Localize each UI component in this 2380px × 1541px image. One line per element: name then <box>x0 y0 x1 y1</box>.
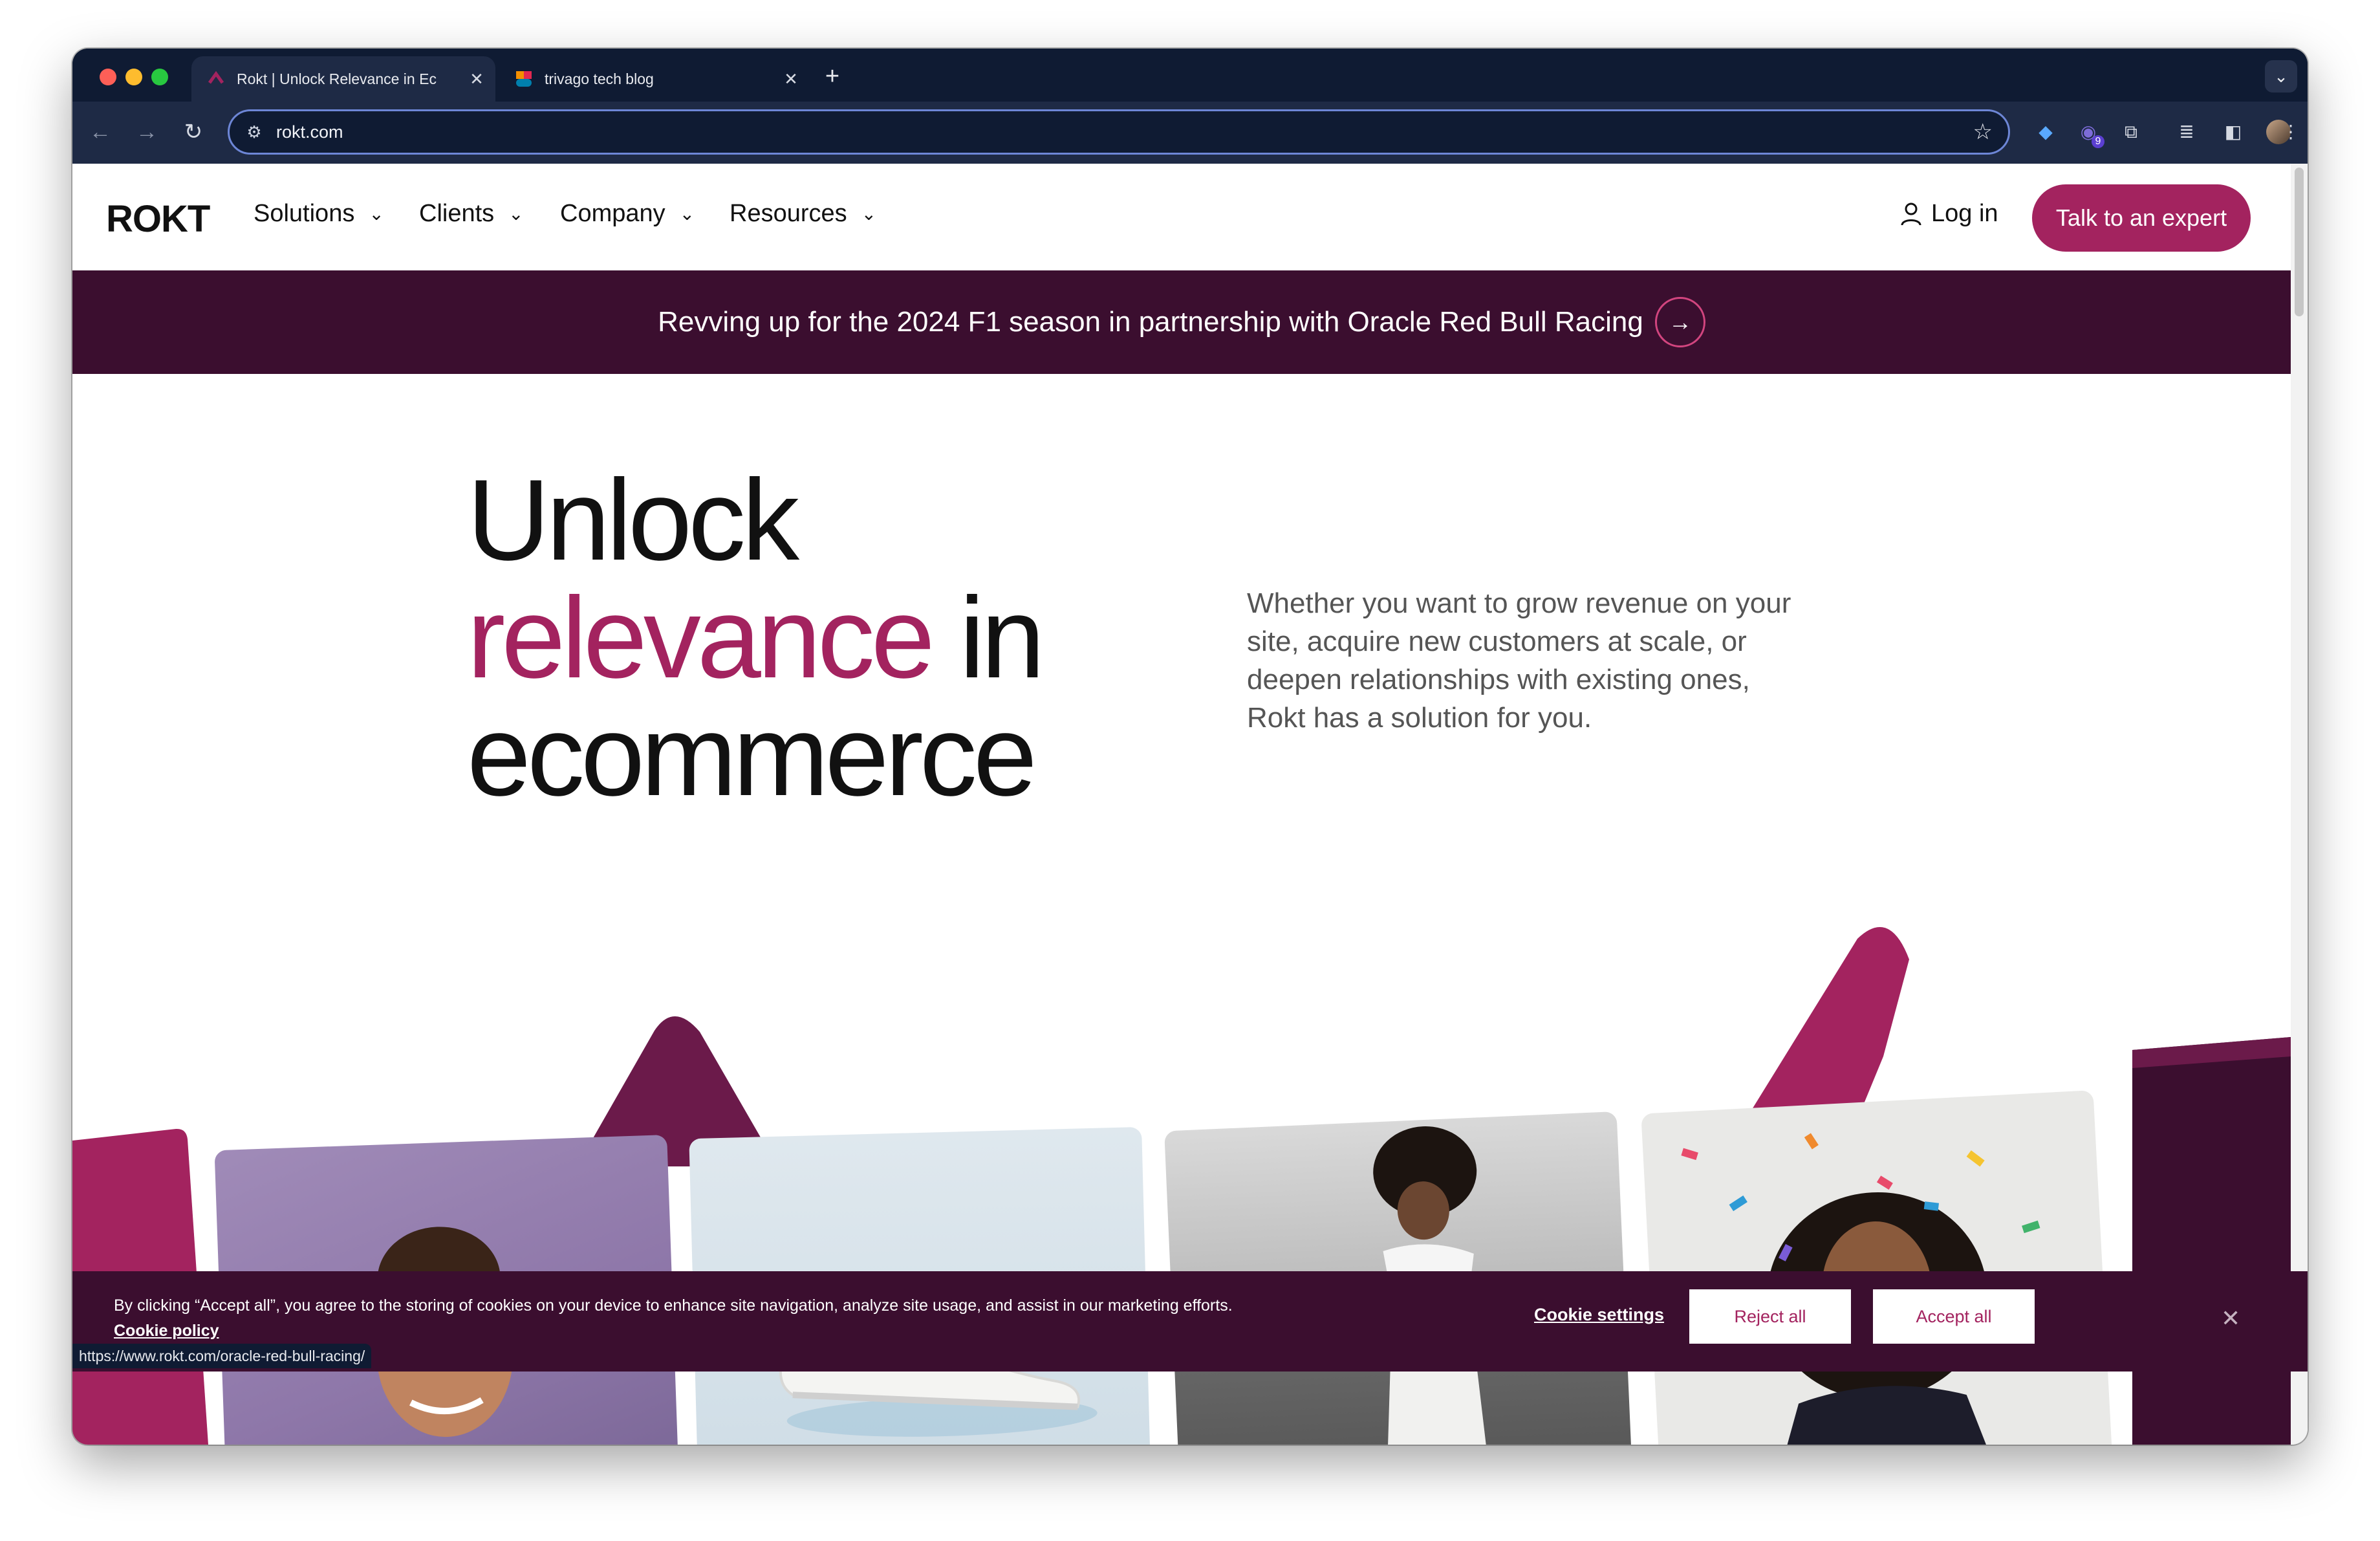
accept-all-button[interactable]: Accept all <box>1873 1289 2035 1344</box>
photo-woman-confetti <box>1641 1090 2113 1445</box>
cookie-message: By clicking “Accept all”, you agree to t… <box>114 1296 1233 1315</box>
hero-description: Whether you want to grow revenue on your… <box>1247 587 1791 734</box>
hero-heading: Unlock relevance in ecommerce <box>467 455 1045 820</box>
minimize-window-button[interactable] <box>125 69 142 85</box>
tab-strip: Rokt | Unlock Relevance in Ec ✕ trivago … <box>72 49 2308 102</box>
extensions-puzzle-icon[interactable]: ⧉ <box>2116 117 2146 147</box>
chevron-down-icon: ⌄ <box>679 204 695 224</box>
media-control-icon[interactable]: ≣ <box>2172 117 2202 147</box>
confetti-portrait-illustration <box>1681 1133 2057 1445</box>
trivago-favicon-icon <box>516 71 532 87</box>
close-tab-icon[interactable]: ✕ <box>467 69 486 89</box>
person-icon <box>1901 202 1921 225</box>
cookie-message-block: By clicking “Accept all”, you agree to t… <box>114 1293 1278 1344</box>
browser-toolbar: ← → ↻ ⚙ rokt.com ☆ ◆ ◉ 9 ⧉ ≣ ◧ ⋮ <box>72 102 2308 164</box>
reject-all-button[interactable]: Reject all <box>1689 1289 1851 1344</box>
chevron-down-icon: ⌄ <box>861 204 877 224</box>
rokt-logo[interactable]: ROKT <box>106 197 210 241</box>
tab-title: Rokt | Unlock Relevance in Ec <box>237 70 437 87</box>
chevron-down-icon: ⌄ <box>508 204 524 224</box>
tab-rokt[interactable]: Rokt | Unlock Relevance in Ec ✕ <box>191 56 495 102</box>
login-label: Log in <box>1931 200 1998 227</box>
more-menu-icon[interactable]: ⋮ <box>2278 117 2304 147</box>
close-icon[interactable]: ✕ <box>2221 1305 2240 1332</box>
nav-solutions[interactable]: Solutions ⌄ <box>254 200 384 228</box>
talk-to-expert-button[interactable]: Talk to an expert <box>2032 184 2251 252</box>
new-tab-button[interactable]: + <box>816 60 849 93</box>
hero-line-2: in <box>931 573 1045 702</box>
announcement-text[interactable]: Revving up for the 2024 F1 season in par… <box>658 306 1643 338</box>
page-scrollbar[interactable] <box>2291 164 2308 1445</box>
hero-line-1: Unlock <box>467 455 799 584</box>
browser-window: Rokt | Unlock Relevance in Ec ✕ trivago … <box>72 49 2308 1445</box>
hero-accent-word: relevance <box>467 573 935 702</box>
gem-extension-icon[interactable]: ◆ <box>2031 117 2061 147</box>
extension-badge: 9 <box>2092 135 2104 148</box>
side-panel-icon[interactable]: ◧ <box>2218 117 2248 147</box>
forward-arrow-icon[interactable]: → <box>131 116 163 148</box>
nav-label: Resources <box>730 200 847 227</box>
cookie-banner: By clicking “Accept all”, you agree to t… <box>72 1271 2308 1372</box>
nav-label: Company <box>560 200 665 227</box>
bookmark-star-icon[interactable]: ☆ <box>1973 119 1993 145</box>
site-info-icon[interactable]: ⚙ <box>241 122 267 142</box>
puzzle-badge-extension-icon[interactable]: ◉ 9 <box>2073 117 2104 148</box>
cookie-settings-link[interactable]: Cookie settings <box>1534 1305 1664 1325</box>
close-tab-icon[interactable]: ✕ <box>781 69 801 89</box>
page-viewport: ROKT Solutions ⌄ Clients ⌄ Company ⌄ Resour… <box>72 164 2308 1445</box>
zoom-window-button[interactable] <box>151 69 168 85</box>
announcement-bar[interactable]: Revving up for the 2024 F1 season in par… <box>72 270 2291 374</box>
nav-label: Clients <box>419 200 495 227</box>
cookie-policy-link[interactable]: Cookie policy <box>114 1322 219 1340</box>
close-window-button[interactable] <box>100 69 116 85</box>
tab-search-chevron-icon[interactable]: ⌄ <box>2265 60 2297 93</box>
address-url[interactable]: rokt.com <box>276 122 1973 142</box>
login-link[interactable]: Log in <box>1900 200 1998 228</box>
rokt-favicon-icon <box>208 71 224 84</box>
address-bar[interactable]: ⚙ rokt.com ☆ <box>228 109 2010 155</box>
back-arrow-icon[interactable]: ← <box>84 116 116 148</box>
nav-label: Solutions <box>254 200 355 227</box>
arrow-right-icon[interactable]: → <box>1654 297 1705 347</box>
reload-icon[interactable]: ↻ <box>177 116 210 148</box>
nav-clients[interactable]: Clients ⌄ <box>419 200 524 228</box>
nav-company[interactable]: Company ⌄ <box>560 200 695 228</box>
tab-title: trivago tech blog <box>545 70 654 87</box>
scrollbar-thumb[interactable] <box>2295 168 2304 316</box>
nav-resources[interactable]: Resources ⌄ <box>730 200 876 228</box>
status-bar-url: https://www.rokt.com/oracle-red-bull-rac… <box>72 1344 372 1368</box>
tab-trivago[interactable]: trivago tech blog ✕ <box>499 56 810 102</box>
chevron-down-icon: ⌄ <box>369 204 384 224</box>
hero-line-3: ecommerce <box>467 691 1037 820</box>
site-header: ROKT Solutions ⌄ Clients ⌄ Company ⌄ Resour… <box>72 164 2291 270</box>
